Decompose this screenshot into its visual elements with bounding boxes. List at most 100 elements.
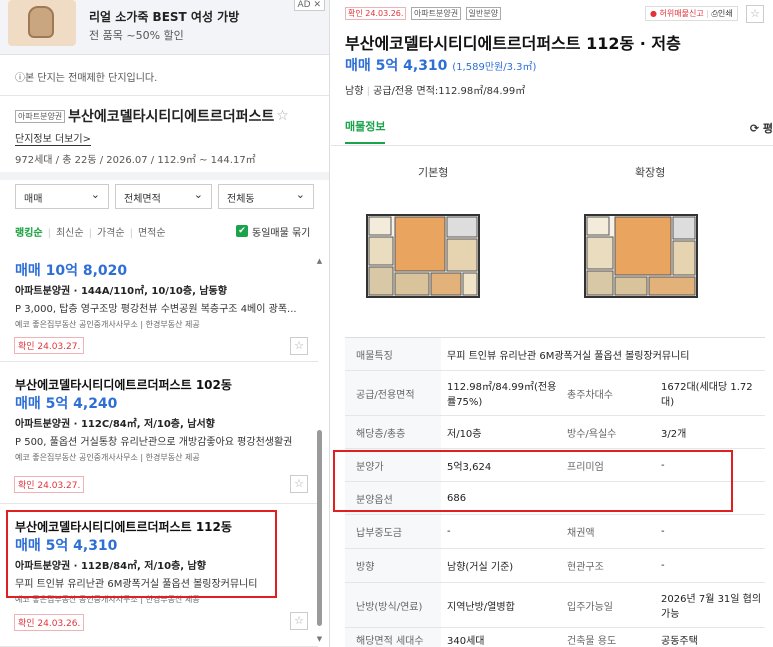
star-icon[interactable]: ☆ — [276, 108, 289, 124]
same-listing-label[interactable]: 동일매물 묶기 — [252, 224, 310, 239]
chevron-down-icon: ⌄ — [295, 188, 305, 201]
table-row: 매물특징 무피 트인뷰 유리난관 6M광폭거실 풀옵션 볼링장커뮤니티 — [345, 338, 765, 371]
favorite-star-icon[interactable]: ☆ — [746, 5, 764, 23]
scroll-up-icon[interactable]: ▲ — [316, 258, 323, 265]
row-value: - — [661, 526, 665, 537]
row-value: - — [661, 560, 665, 571]
confirmed-badge: 확인 24.03.27. — [14, 337, 85, 354]
detail-panel: 확인 24.03.26. 아파트분양권 일반분양 ● 허위매물신고 | ⎙인쇄 … — [331, 0, 773, 647]
ad-title: 리얼 소가죽 BEST 여성 가방 — [89, 10, 240, 24]
report-button[interactable]: ● 허위매물신고 — [650, 9, 704, 18]
detail-tag: 아파트분양권 — [410, 7, 462, 20]
listing-title: 부산에코델타시티디에트르더퍼스트 102동 — [15, 378, 232, 392]
table-row: 방향 남향(거실 기준) 현관구조 - — [345, 549, 765, 583]
confirmed-badge: 확인 24.03.27. — [14, 476, 85, 493]
scrollbar-thumb[interactable] — [317, 430, 322, 626]
complex-info: 972세대 / 총 22동 / 2026.07 / 112.9㎡ ~ 144.1… — [15, 155, 256, 166]
row-label: 난방(방식/연료) — [345, 583, 441, 627]
table-row: 난방(방식/연료) 지역난방/열병합 입주가능일 2026년 7월 31일 협의… — [345, 583, 765, 628]
detail-price-value: 매매 5억 4,310 — [345, 58, 448, 74]
trade-type-value: 매매 — [24, 194, 43, 205]
plan-label-extended: 확장형 — [635, 166, 666, 179]
row-value: 3/2개 — [661, 428, 687, 440]
complex-info-link[interactable]: 단지정보 더보기> — [15, 130, 91, 146]
listing-spec: 아파트분양권 · 144A/110㎡, 10/10층, 남동향 — [15, 286, 227, 297]
filter-bar: 매매 ⌄ 전체면적 ⌄ 전체동 ⌄ — [0, 184, 329, 215]
area-select[interactable]: 전체면적 ⌄ — [115, 184, 212, 209]
listing-description: P 3,000, 탑층 영구조망 평강천뷰 수변공원 복층구조 4베이 광폭..… — [15, 304, 297, 315]
floor-plans: 기본형 확장형 — [331, 157, 773, 327]
row-label: 공급/전용면적 — [345, 371, 441, 415]
favorite-star-icon[interactable]: ☆ — [290, 337, 308, 355]
chevron-down-icon: ⌄ — [90, 188, 100, 201]
detail-title: 부산에코델타시티디에트르더퍼스트 112동 · 저층 — [345, 34, 681, 53]
ad-banner[interactable]: 리얼 소가죽 BEST 여성 가방 전 품목 ~50% 할인 AD ✕ — [0, 0, 329, 55]
row-value: 공동주택 — [661, 636, 698, 647]
tab-listing-info[interactable]: 매물정보 — [345, 118, 386, 144]
complex-summary: 아파트분양권 부산에코델타시티디에트르더퍼스트 ☆ 단지정보 더보기> 972세대 … — [0, 96, 329, 180]
confirmed-badge: 확인 24.03.26. — [14, 614, 85, 631]
report-print-bar: ● 허위매물신고 | ⎙인쇄 — [645, 6, 738, 21]
row-label: 방수/욕실수 — [567, 428, 617, 440]
table-row: 납부중도금 - 채권액 - — [345, 515, 765, 549]
row-value: 무피 트인뷰 유리난관 6M광폭거실 풀옵션 볼링장커뮤니티 — [447, 350, 690, 362]
list-item[interactable]: 매매 10억 8,020 아파트분양권 · 144A/110㎡, 10/10층,… — [0, 260, 318, 362]
sort-latest[interactable]: 최신순 — [56, 228, 84, 239]
tab-area-toggle[interactable]: ⟳ 평 — [750, 120, 773, 136]
scroll-down-icon[interactable]: ▼ — [316, 636, 323, 643]
listing-detail-table: 매물특징 무피 트인뷰 유리난관 6M광폭거실 풀옵션 볼링장커뮤니티 공급/전… — [345, 337, 765, 647]
detail-tag: 일반분양 — [465, 7, 502, 20]
favorite-star-icon[interactable]: ☆ — [290, 612, 308, 630]
ad-subtitle: 전 품목 ~50% 할인 — [89, 29, 184, 42]
sort-price[interactable]: 가격순 — [97, 228, 125, 239]
detail-price-per-unit: (1,589만원/3.3㎡) — [452, 62, 537, 73]
floor-plan-extended-image[interactable] — [575, 187, 705, 312]
row-value: 112.98㎡/84.99㎡(전용률75%) — [447, 382, 557, 408]
listing-broker: 예코 좋은집부동산 공인중개사사무소 | 한경부동산 제공 — [15, 453, 200, 462]
listing-scrollbar[interactable]: ▲ ▼ — [316, 258, 323, 644]
row-label: 현관구조 — [567, 562, 604, 573]
row-value: 1672대(세대당 1.72대) — [661, 382, 753, 408]
listing-panel: 리얼 소가죽 BEST 여성 가방 전 품목 ~50% 할인 AD ✕ ⓘ본 단… — [0, 0, 330, 647]
detail-direction: 남향 — [345, 86, 364, 97]
floor-plan-basic-image[interactable] — [357, 187, 487, 312]
listing-description: P 500, 풀옵션 거실통창 유리난관으로 개방감좋아요 평강천생활권 — [15, 437, 293, 448]
row-value: 지역난방/열병합 — [447, 601, 515, 613]
confirmed-tag: 확인 24.03.26. — [345, 7, 407, 20]
detail-price: 매매 5억 4,310 (1,589만원/3.3㎡) — [345, 55, 536, 75]
chevron-down-icon: ⌄ — [193, 188, 203, 201]
building-value: 전체동 — [227, 194, 255, 205]
trade-type-select[interactable]: 매매 ⌄ — [15, 184, 109, 209]
table-row: 해당층/총층 저/10층 방수/욕실수 3/2개 — [345, 416, 765, 449]
row-label: 채권액 — [567, 528, 595, 539]
row-value: 340세대 — [447, 636, 485, 647]
ad-close-button[interactable]: AD ✕ — [293, 0, 325, 11]
listing-broker: 예코 좋은집부동산 공인중개사사무소 | 한경부동산 제공 — [15, 320, 200, 329]
detail-tags: 확인 24.03.26. 아파트분양권 일반분양 — [345, 6, 502, 20]
complex-name: 부산에코델타시티디에트르더퍼스트 — [68, 109, 275, 125]
listing-price: 매매 10억 8,020 — [15, 263, 128, 279]
row-value: 2026년 7월 31일 협의가능 — [661, 594, 762, 620]
area-value: 전체면적 — [124, 194, 161, 205]
table-row: 공급/전용면적 112.98㎡/84.99㎡(전용률75%) 총주차대수 167… — [345, 371, 765, 416]
favorite-star-icon[interactable]: ☆ — [290, 475, 308, 493]
detail-area: 공급/전용 면적:112.98㎡/84.99㎡ — [373, 86, 526, 97]
row-value: 남향(거실 기준) — [447, 562, 514, 573]
row-label: 총주차대수 — [567, 389, 613, 401]
row-label: 건축물 용도 — [567, 636, 617, 647]
same-listing-checkbox[interactable]: ✔ — [236, 225, 248, 237]
row-label: 납부중도금 — [345, 515, 441, 548]
row-label: 방향 — [345, 549, 441, 582]
ad-thumbnail — [8, 0, 76, 46]
highlight-box — [6, 510, 277, 598]
listing-spec: 아파트분양권 · 112C/84㎡, 저/10층, 남서향 — [15, 419, 215, 430]
row-value: - — [447, 526, 451, 537]
print-button[interactable]: ⎙인쇄 — [711, 9, 732, 18]
building-select[interactable]: 전체동 ⌄ — [218, 184, 314, 209]
sort-ranking[interactable]: 랭킹순 — [15, 228, 43, 239]
row-value: 저/10층 — [447, 428, 482, 440]
table-row: 해당면적 세대수 340세대 건축물 용도 공동주택 — [345, 628, 765, 647]
list-item[interactable]: 부산에코델타시티디에트르더퍼스트 102동 매매 5억 4,240 아파트분양권… — [0, 376, 318, 504]
sort-area[interactable]: 면적순 — [138, 228, 166, 239]
highlight-box — [333, 450, 733, 512]
